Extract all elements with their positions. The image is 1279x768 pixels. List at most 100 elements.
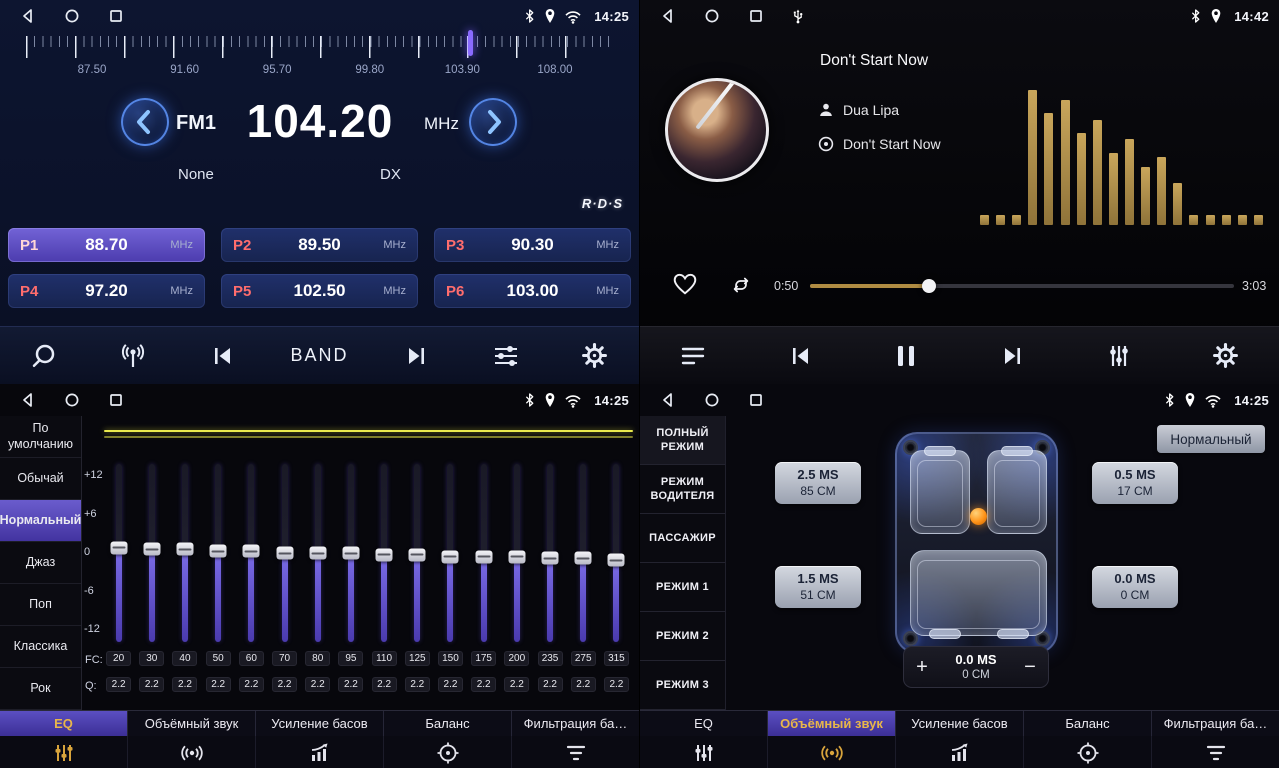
broadcast-button[interactable] — [113, 334, 153, 378]
eq-band-20hz[interactable] — [102, 464, 135, 642]
home-button[interactable] — [64, 392, 80, 408]
back-button[interactable] — [660, 8, 676, 24]
home-button[interactable] — [704, 8, 720, 24]
tune-up-button[interactable] — [469, 98, 517, 146]
preset-p5-button[interactable]: P5102.50MHz — [221, 274, 418, 308]
eq-preset-item[interactable]: Нормальный — [0, 500, 81, 542]
frequency-ruler[interactable] — [26, 36, 613, 58]
eq-band-125hz[interactable] — [401, 464, 434, 642]
audio-tab-filter[interactable]: Фильтрация ба… — [1152, 711, 1279, 736]
increase-delay-button[interactable]: + — [904, 647, 940, 687]
tune-down-button[interactable] — [121, 98, 169, 146]
delay-front-left-button[interactable]: 2.5 MS 85 CM — [775, 462, 861, 504]
audio-tab-balance[interactable]: Баланс — [1024, 711, 1152, 736]
eq-band-50hz[interactable] — [202, 464, 235, 642]
home-button[interactable] — [64, 8, 80, 24]
eq-slider-handle[interactable] — [376, 548, 393, 561]
delay-front-right-button[interactable]: 0.5 MS 17 CM — [1092, 462, 1178, 504]
bass-boost-icon[interactable] — [256, 736, 384, 768]
surround-sound-icon[interactable] — [128, 736, 256, 768]
listening-mode-item[interactable]: РЕЖИМ 2 — [640, 612, 725, 661]
eq-slider-handle[interactable] — [475, 550, 492, 563]
audio-tab-bass-boost[interactable]: Усиление басов — [896, 711, 1024, 736]
eq-preset-item[interactable]: Рок — [0, 668, 81, 710]
eq-slider-handle[interactable] — [210, 545, 227, 558]
preset-p6-button[interactable]: P6103.00MHz — [434, 274, 631, 308]
eq-slider-handle[interactable] — [542, 552, 559, 565]
favorite-button[interactable] — [672, 272, 698, 299]
listening-mode-item[interactable]: ПОЛНЫЙ РЕЖИМ — [640, 416, 725, 465]
eq-slider-handle[interactable] — [276, 547, 293, 560]
eq-slider-handle[interactable] — [608, 554, 625, 567]
audio-tab-bass-boost[interactable]: Усиление басов — [256, 711, 384, 736]
recents-button[interactable] — [108, 8, 124, 24]
eq-band-275hz[interactable] — [567, 464, 600, 642]
eq-band-60hz[interactable] — [235, 464, 268, 642]
decrease-delay-button[interactable]: − — [1012, 647, 1048, 687]
preset-p4-button[interactable]: P497.20MHz — [8, 274, 205, 308]
audio-tab-surround-sound[interactable]: Объёмный звук — [768, 711, 896, 736]
eq-slider-handle[interactable] — [442, 550, 459, 563]
delay-rear-left-button[interactable]: 1.5 MS 51 CM — [775, 566, 861, 608]
audio-tab-eq[interactable]: EQ — [640, 711, 768, 736]
next-station-button[interactable] — [397, 334, 437, 378]
eq-slider-handle[interactable] — [575, 552, 592, 565]
preset-p1-button[interactable]: P188.70MHz — [8, 228, 205, 262]
audio-settings-button[interactable] — [486, 334, 526, 378]
listening-mode-item[interactable]: РЕЖИМ ВОДИТЕЛЯ — [640, 465, 725, 514]
eq-preset-item[interactable]: Джаз — [0, 542, 81, 584]
eq-slider-handle[interactable] — [243, 545, 260, 558]
eq-band-110hz[interactable] — [368, 464, 401, 642]
eq-band-150hz[interactable] — [434, 464, 467, 642]
eq-band-95hz[interactable] — [334, 464, 367, 642]
audio-tab-surround-sound[interactable]: Объёмный звук — [128, 711, 256, 736]
bass-boost-icon[interactable] — [896, 736, 1024, 768]
audio-tab-eq[interactable]: EQ — [0, 711, 128, 736]
eq-band-40hz[interactable] — [168, 464, 201, 642]
eq-preset-item[interactable]: Обычай — [0, 458, 81, 500]
eq-band-30hz[interactable] — [135, 464, 168, 642]
equalizer-button[interactable] — [1099, 334, 1139, 378]
filter-icon[interactable] — [512, 736, 639, 768]
eq-preset-item[interactable]: Поп — [0, 584, 81, 626]
eq-preset-item[interactable]: Классика — [0, 626, 81, 668]
back-button[interactable] — [20, 392, 36, 408]
listening-position-marker[interactable] — [970, 508, 987, 525]
eq-sliders-icon[interactable] — [0, 736, 128, 768]
eq-preset-item[interactable]: По умолчанию — [0, 416, 81, 458]
sound-profile-button[interactable]: Нормальный — [1157, 425, 1265, 453]
recents-button[interactable] — [748, 392, 764, 408]
previous-track-button[interactable] — [780, 334, 820, 378]
repeat-button[interactable] — [728, 273, 754, 300]
eq-band-235hz[interactable] — [533, 464, 566, 642]
home-button[interactable] — [704, 392, 720, 408]
surround-sound-icon[interactable] — [768, 736, 896, 768]
balance-icon[interactable] — [1024, 736, 1152, 768]
next-track-button[interactable] — [993, 334, 1033, 378]
progress-bar[interactable] — [810, 284, 1234, 288]
recents-button[interactable] — [108, 392, 124, 408]
eq-band-70hz[interactable] — [268, 464, 301, 642]
band-button[interactable]: BAND — [290, 334, 348, 378]
delay-rear-right-button[interactable]: 0.0 MS 0 CM — [1092, 566, 1178, 608]
eq-slider-handle[interactable] — [508, 550, 525, 563]
preset-p2-button[interactable]: P289.50MHz — [221, 228, 418, 262]
eq-slider-handle[interactable] — [176, 543, 193, 556]
eq-slider-handle[interactable] — [143, 543, 160, 556]
previous-station-button[interactable] — [202, 334, 242, 378]
audio-tab-filter[interactable]: Фильтрация ба… — [512, 711, 639, 736]
eq-slider-handle[interactable] — [409, 548, 426, 561]
eq-slider-handle[interactable] — [110, 541, 127, 554]
recents-button[interactable] — [748, 8, 764, 24]
audio-tab-balance[interactable]: Баланс — [384, 711, 512, 736]
listening-mode-item[interactable]: ПАССАЖИР — [640, 514, 725, 563]
eq-band-80hz[interactable] — [301, 464, 334, 642]
scan-button[interactable] — [24, 334, 64, 378]
eq-band-200hz[interactable] — [500, 464, 533, 642]
eq-slider-handle[interactable] — [309, 547, 326, 560]
balance-icon[interactable] — [384, 736, 512, 768]
eq-band-315hz[interactable] — [600, 464, 633, 642]
back-button[interactable] — [660, 392, 676, 408]
playlist-button[interactable] — [673, 334, 713, 378]
back-button[interactable] — [20, 8, 36, 24]
